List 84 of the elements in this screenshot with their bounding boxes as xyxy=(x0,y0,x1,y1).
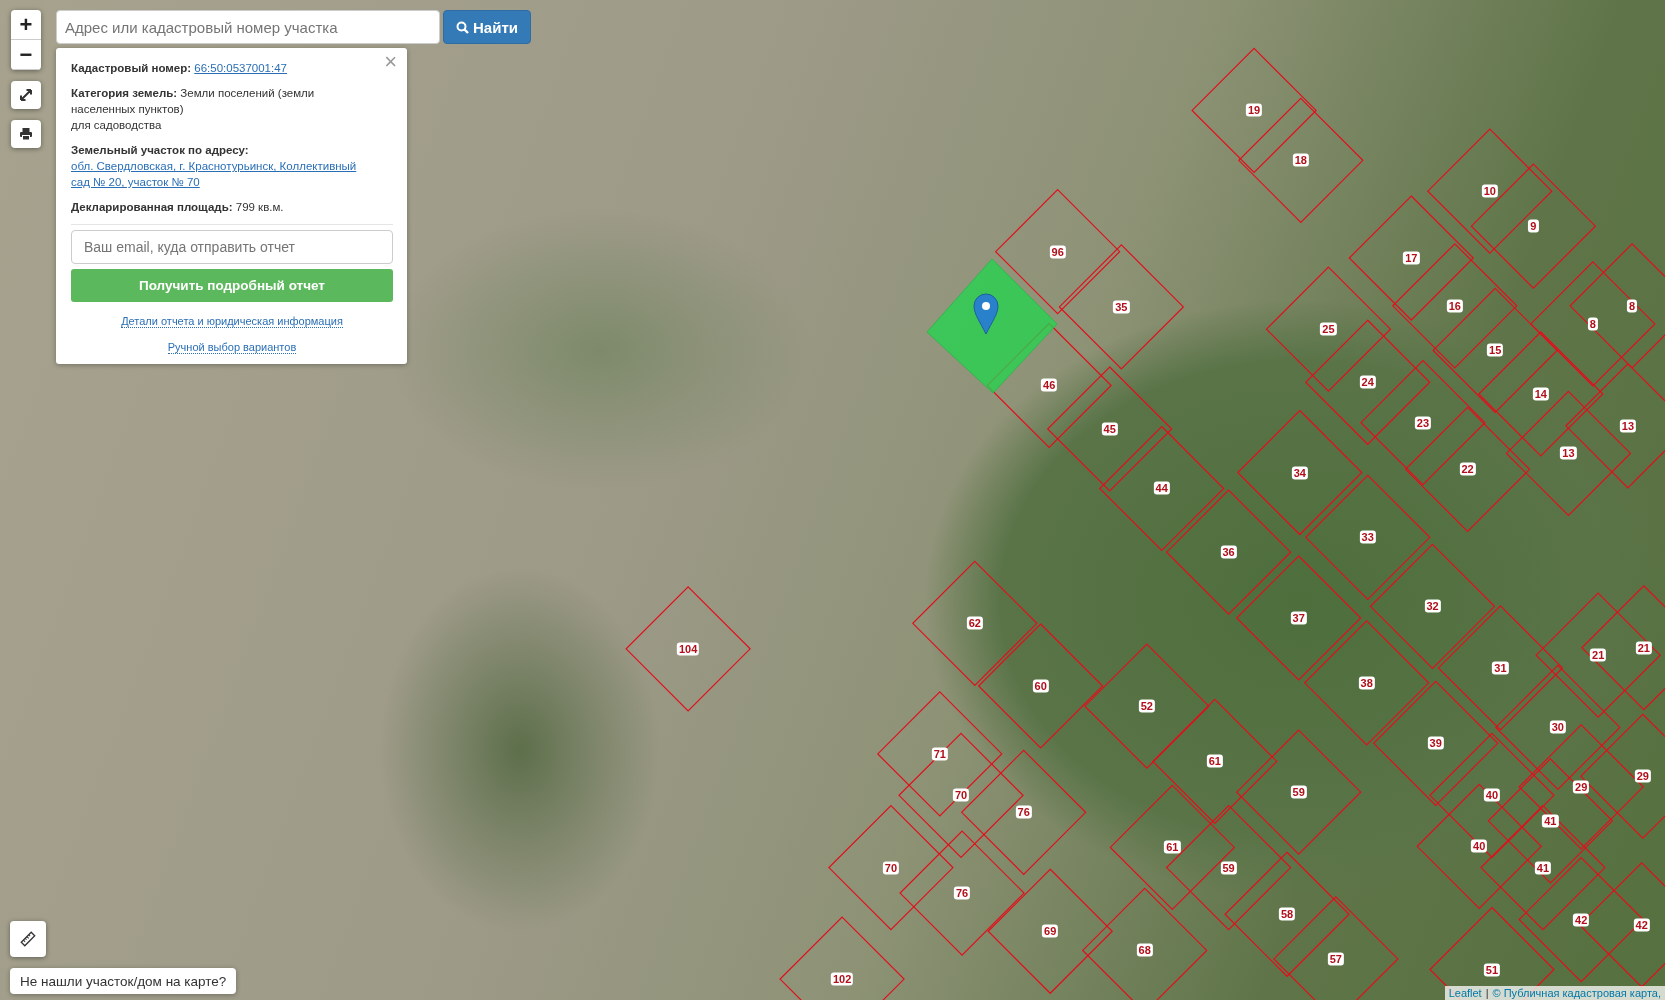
parcel-number-label[interactable]: 9 xyxy=(1528,219,1539,233)
parcel-number-label[interactable]: 18 xyxy=(1292,153,1309,167)
parcel-number-label[interactable]: 13 xyxy=(1619,419,1636,433)
parcel-number-label[interactable]: 21 xyxy=(1635,641,1652,655)
parcel-number-label[interactable]: 57 xyxy=(1327,952,1344,966)
info-text: Декларированная площадь: 799 кв.м. xyxy=(71,200,285,215)
parcel-number-label[interactable]: 10 xyxy=(1481,184,1498,198)
parcel-number-label[interactable]: 36 xyxy=(1220,545,1237,559)
parcel-number-label[interactable]: 25 xyxy=(1320,322,1337,336)
zoom-out-button[interactable]: − xyxy=(11,40,41,70)
parcel-number-label[interactable]: 15 xyxy=(1487,343,1504,357)
parcel-number-label[interactable]: 104 xyxy=(676,642,700,656)
info-text: Категория земель: Земли поселений (земли населенных пунктов) для садоводства xyxy=(71,86,316,133)
parcel-number-label[interactable]: 40 xyxy=(1483,788,1501,802)
info-link[interactable]: обл. Свердловская, г. Краснотурьинск, Коллективный сад № 20, участок № 70 xyxy=(71,158,377,190)
parcel-number-label[interactable]: 8 xyxy=(1627,299,1638,313)
print-button[interactable] xyxy=(11,120,41,148)
parcel-number-label[interactable]: 42 xyxy=(1573,913,1590,927)
printer-icon xyxy=(19,127,33,141)
details-link[interactable]: Детали отчета и юридическая информация xyxy=(121,315,343,328)
details-link[interactable]: Ручной выбор вариантов xyxy=(167,341,297,354)
parcel-number-label[interactable]: 76 xyxy=(1015,805,1032,819)
parcel-number-label[interactable]: 52 xyxy=(1138,699,1155,713)
parcel-number-label[interactable]: 51 xyxy=(1483,963,1501,976)
parcel-number-label[interactable]: 42 xyxy=(1633,918,1650,932)
parcel-number-label[interactable]: 60 xyxy=(1032,679,1049,693)
parcel-number-label[interactable]: 37 xyxy=(1290,611,1307,625)
email-field[interactable]: Ваш email, куда отправить отчет xyxy=(71,230,393,264)
parcel-number-label[interactable]: 70 xyxy=(952,788,970,802)
parcel-number-label[interactable]: 23 xyxy=(1414,416,1432,430)
expand-icon xyxy=(19,88,33,102)
parcel-number-label[interactable]: 14 xyxy=(1532,387,1549,401)
parcel-number-label[interactable]: 32 xyxy=(1424,599,1441,613)
parcel-number-label[interactable]: 61 xyxy=(1206,754,1223,768)
parcel-number-label[interactable]: 29 xyxy=(1573,780,1590,794)
parcel-number-label[interactable]: 41 xyxy=(1534,861,1552,875)
zoom-in-button[interactable]: + xyxy=(11,10,41,40)
parcel-number-label[interactable]: 39 xyxy=(1427,736,1444,750)
parcel-number-label[interactable]: 30 xyxy=(1549,720,1566,734)
parcel-number-label[interactable]: 13 xyxy=(1560,446,1577,460)
not-found-button[interactable]: Не нашли участок/дом на карте? xyxy=(10,968,237,994)
parcel-number-label[interactable]: 33 xyxy=(1359,530,1376,544)
info-link[interactable]: 66:50:0537001:47 xyxy=(194,60,287,76)
parcel-number-label[interactable]: 21 xyxy=(1590,648,1607,662)
measure-button[interactable] xyxy=(10,921,46,957)
map-marker-icon[interactable] xyxy=(973,293,999,335)
parcel-number-label[interactable]: 62 xyxy=(966,616,983,630)
parcel-number-label[interactable]: 70 xyxy=(882,861,900,875)
parcel-number-label[interactable]: 29 xyxy=(1634,769,1651,783)
parcel-number-label[interactable]: 24 xyxy=(1359,375,1376,389)
parcel-number-label[interactable]: 68 xyxy=(1136,943,1153,957)
parcel-number-label[interactable]: 44 xyxy=(1153,481,1170,495)
parcel-number-label[interactable]: 34 xyxy=(1291,466,1308,480)
leaflet-link[interactable]: Leaflet xyxy=(1448,987,1482,999)
info-text: Кадастровый номер: 66:50:0537001:47 xyxy=(71,60,288,76)
parcel-number-label[interactable]: 17 xyxy=(1403,251,1420,265)
parcel-number-label[interactable]: 102 xyxy=(830,972,854,986)
parcel-number-label[interactable]: 38 xyxy=(1358,676,1375,690)
parcel-number-label[interactable]: 69 xyxy=(1042,924,1059,938)
parcel-number-label[interactable]: 96 xyxy=(1049,245,1066,259)
fullscreen-button[interactable] xyxy=(11,81,41,109)
search-field[interactable]: Адрес или кадастровый номер участка xyxy=(56,10,440,44)
parcel-number-label[interactable]: 16 xyxy=(1446,299,1463,313)
parcel-number-label[interactable]: 40 xyxy=(1471,839,1488,853)
parcel-number-label[interactable]: 31 xyxy=(1492,661,1509,675)
parcel-number-label[interactable]: 45 xyxy=(1101,422,1118,436)
separator: | xyxy=(1485,987,1489,999)
parcel-number-label[interactable]: 58 xyxy=(1278,907,1296,921)
source-link[interactable]: © Публичная кадастровая карта, xyxy=(1492,987,1661,999)
parcel-number-label[interactable]: 19 xyxy=(1245,103,1263,117)
parcel-number-label[interactable]: 35 xyxy=(1113,300,1130,314)
parcel-number-label[interactable]: 76 xyxy=(953,886,971,900)
parcel-number-label[interactable]: 61 xyxy=(1164,840,1181,854)
parcel-number-label[interactable]: 59 xyxy=(1290,785,1307,799)
parcel-number-label[interactable]: 59 xyxy=(1220,861,1237,875)
info-text: Земельный участок по адресу: обл. Свердловская, г. Краснотурьинск, Коллективный сад № 20, участок № 70 xyxy=(71,142,377,190)
search-icon xyxy=(456,20,469,34)
parcel-number-label[interactable]: 8 xyxy=(1587,317,1598,331)
parcel-number-label[interactable]: 41 xyxy=(1542,814,1559,828)
parcel-number-label[interactable]: 71 xyxy=(931,747,948,761)
parcel-number-label[interactable]: 46 xyxy=(1041,378,1058,392)
ruler-icon xyxy=(20,931,36,947)
parcel-number-label[interactable]: 22 xyxy=(1459,462,1476,476)
search-button[interactable]: Найти xyxy=(443,10,531,44)
